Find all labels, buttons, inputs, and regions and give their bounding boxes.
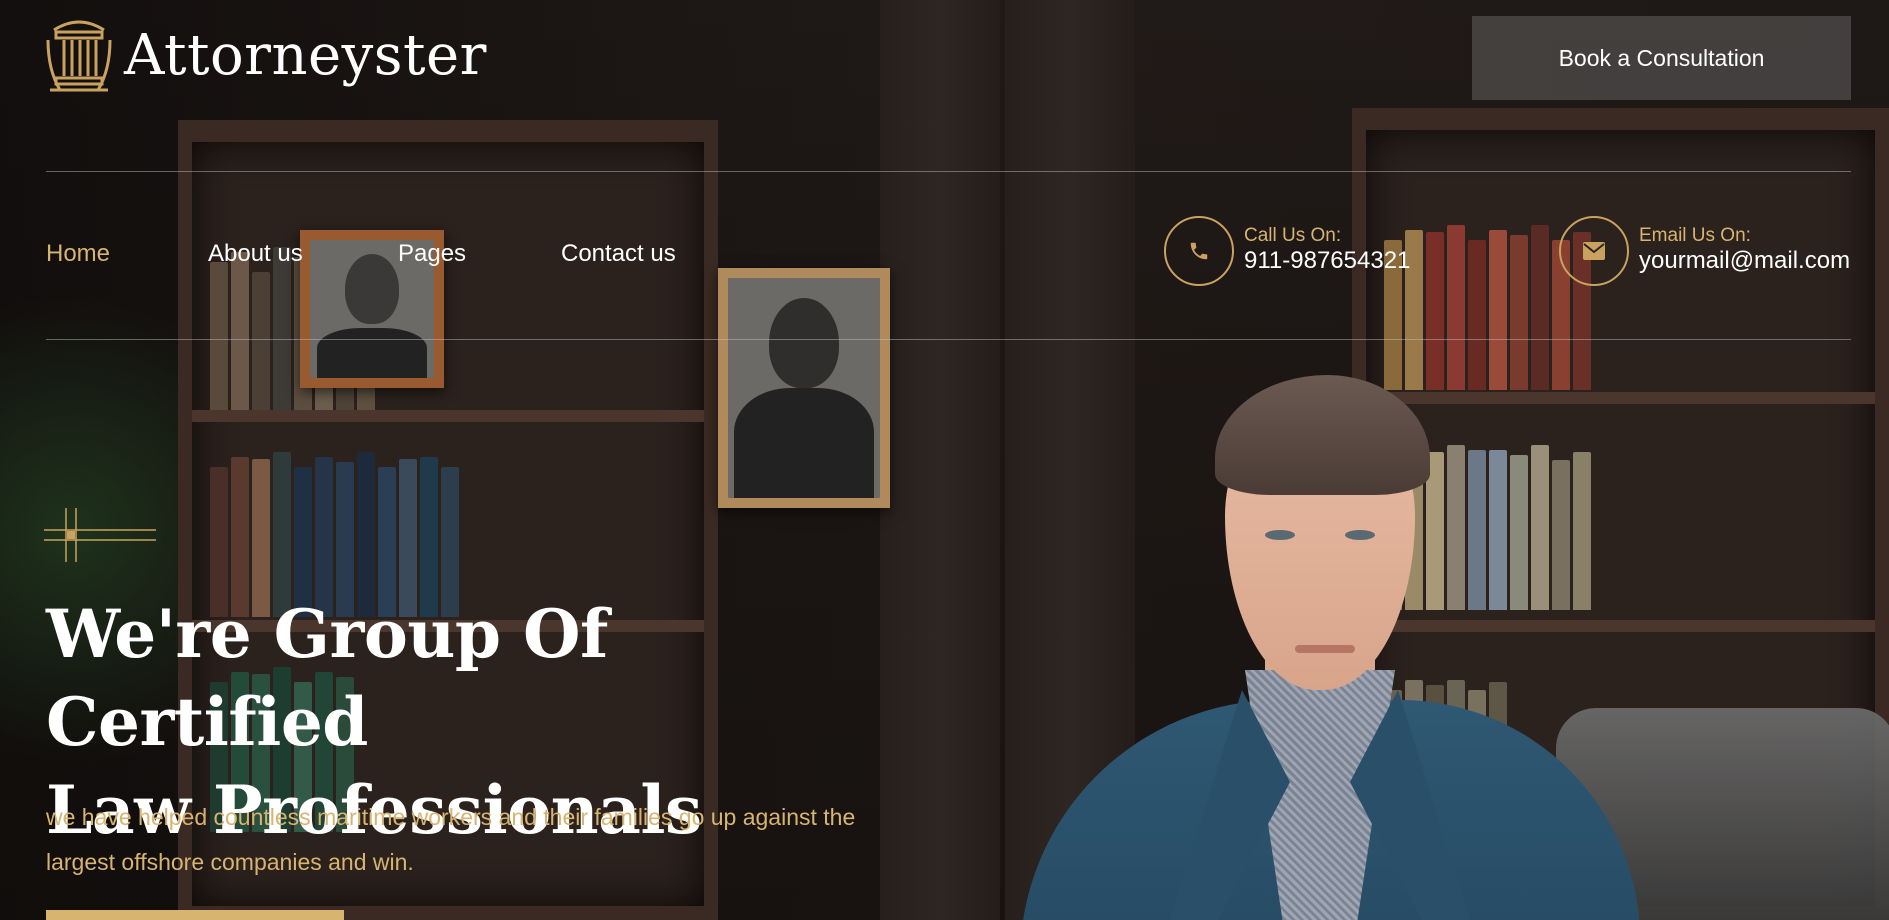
phone-label: Call Us On: [1244,224,1342,246]
main-nav: Home About us Pages Contact us [46,240,676,268]
nav-item-home[interactable]: Home [46,240,208,268]
site-logo[interactable]: Attorneyster [46,10,487,100]
divider [46,171,1851,172]
subtext-line-1: we have helped countless maritime worker… [46,804,856,830]
phone-contact[interactable]: Call Us On: 911-987654321 [1164,216,1410,286]
subtext-line-2: largest offshore companies and win. [46,849,414,875]
headline-line-1: We're Group Of Certified [46,595,608,761]
email-address[interactable]: yourmail@mail.com [1639,246,1850,276]
divider [46,339,1851,340]
phone-number[interactable]: 911-987654321 [1244,246,1410,276]
hero-subtext: we have helped countless maritime worker… [46,795,946,885]
hero-cta-button[interactable] [46,910,344,920]
nav-item-pages[interactable]: Pages [398,240,561,268]
nav-item-about[interactable]: About us [208,240,398,268]
phone-icon [1164,216,1234,286]
pillar-logo-icon [46,20,112,92]
crosshair-deco-icon [44,508,156,562]
book-consultation-button[interactable]: Book a Consultation [1472,16,1851,100]
brand-name: Attorneyster [124,22,487,88]
mail-icon [1559,216,1629,286]
email-label: Email Us On: [1639,224,1751,246]
email-contact[interactable]: Email Us On: yourmail@mail.com [1559,216,1850,286]
nav-item-contact[interactable]: Contact us [561,240,676,268]
